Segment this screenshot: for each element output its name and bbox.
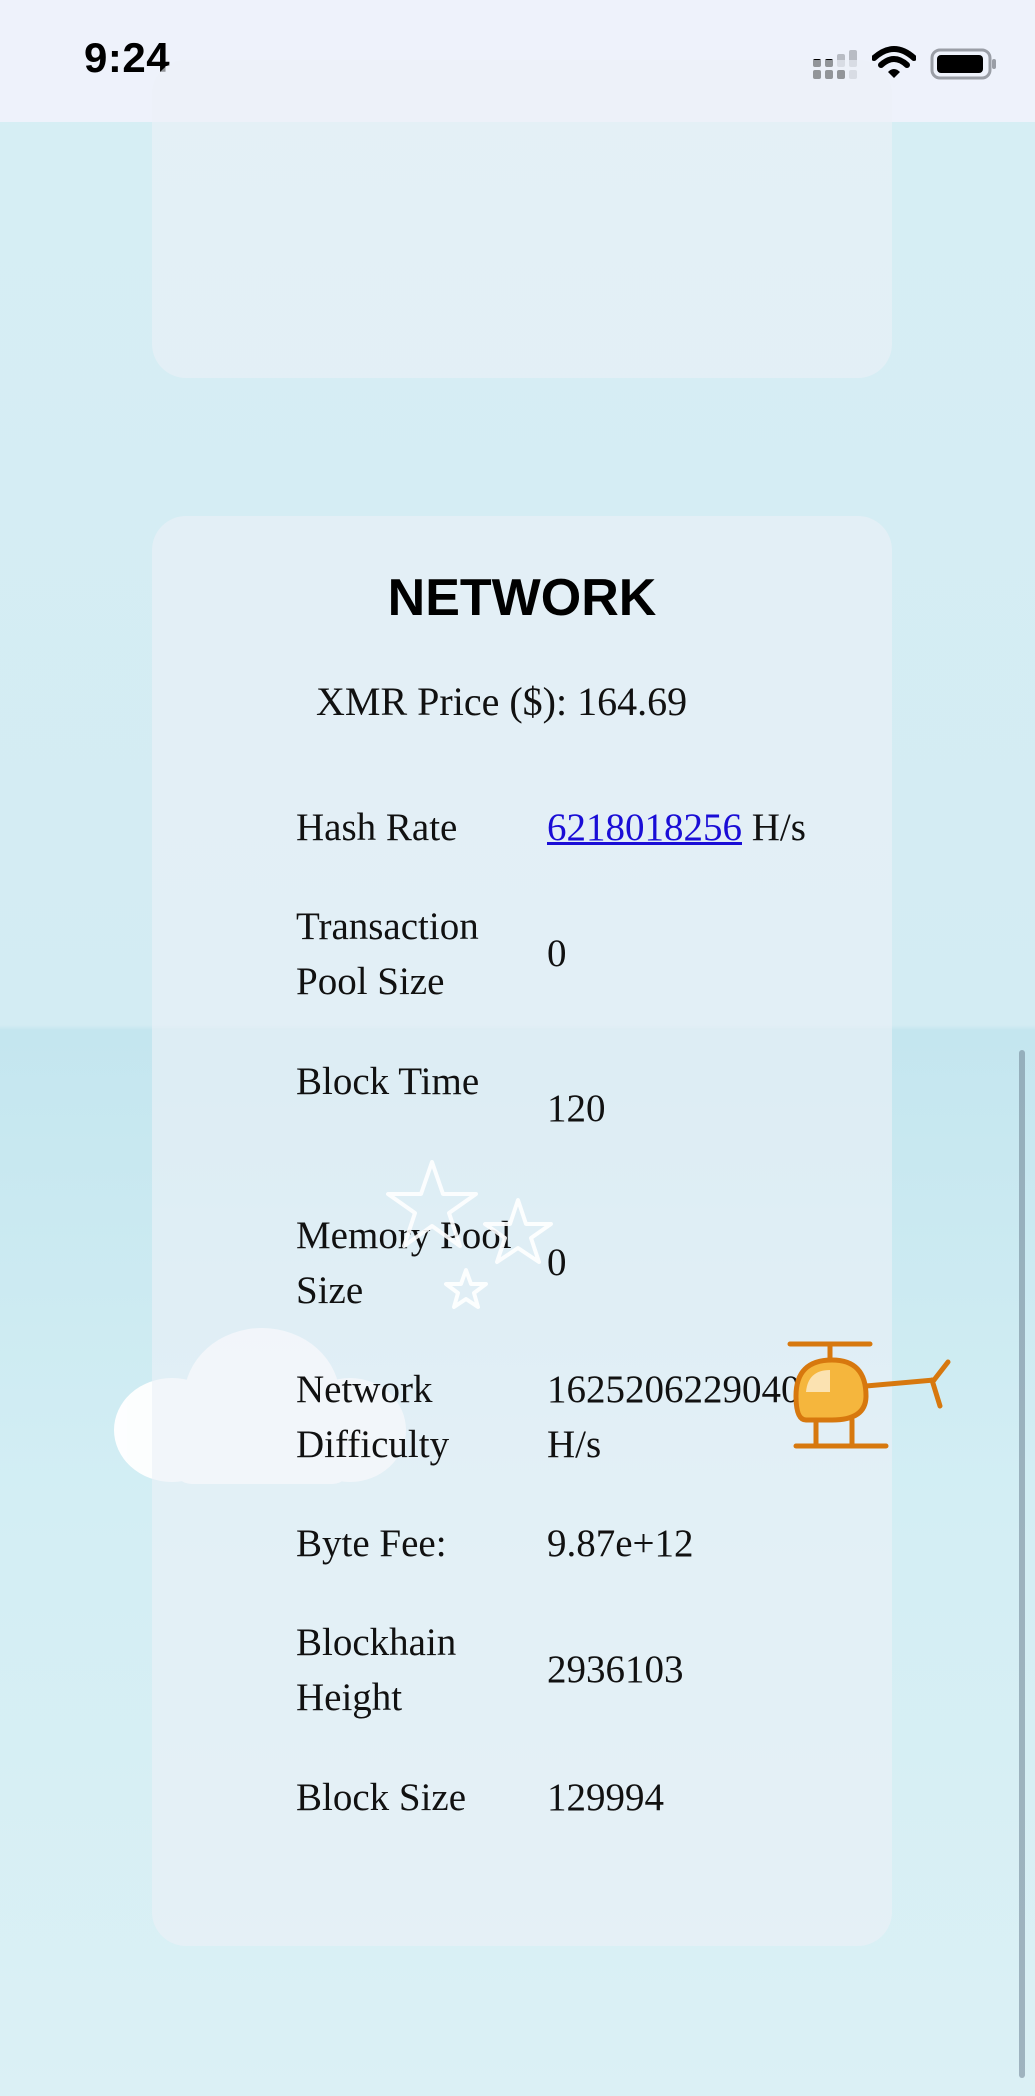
network-title: NETWORK	[387, 569, 657, 627]
hash-rate-value: 6218018256 H/s	[547, 800, 806, 855]
tx-pool-value: 0	[547, 932, 567, 975]
height-value: 2936103	[547, 1648, 684, 1691]
xmr-price: XMR Price ($): 164.69	[316, 679, 688, 724]
difficulty-label: Network Difficulty	[296, 1368, 450, 1466]
tx-pool-label: Transaction Pool Size	[296, 905, 479, 1003]
byte-fee-value: 9.87e+12	[547, 1522, 694, 1565]
hash-rate-label: Hash Rate	[296, 806, 458, 849]
hash-rate-link[interactable]: 6218018256	[547, 806, 742, 849]
summary-card	[152, 60, 892, 378]
battery-icon	[930, 48, 996, 80]
block-time-label: Block Time	[296, 1060, 480, 1103]
stars-icon	[386, 1160, 553, 1309]
block-size-label: Block Size	[296, 1776, 467, 1819]
byte-fee-label: Byte Fee:	[296, 1522, 447, 1565]
block-time-value: 120	[547, 1087, 606, 1130]
helicopter-icon	[787, 1341, 951, 1449]
block-size-value: 129994	[547, 1776, 664, 1819]
height-label: Blockhain Height	[296, 1621, 457, 1719]
hash-rate-unit: H/s	[742, 806, 806, 849]
scrollbar[interactable]	[1019, 1050, 1025, 2078]
